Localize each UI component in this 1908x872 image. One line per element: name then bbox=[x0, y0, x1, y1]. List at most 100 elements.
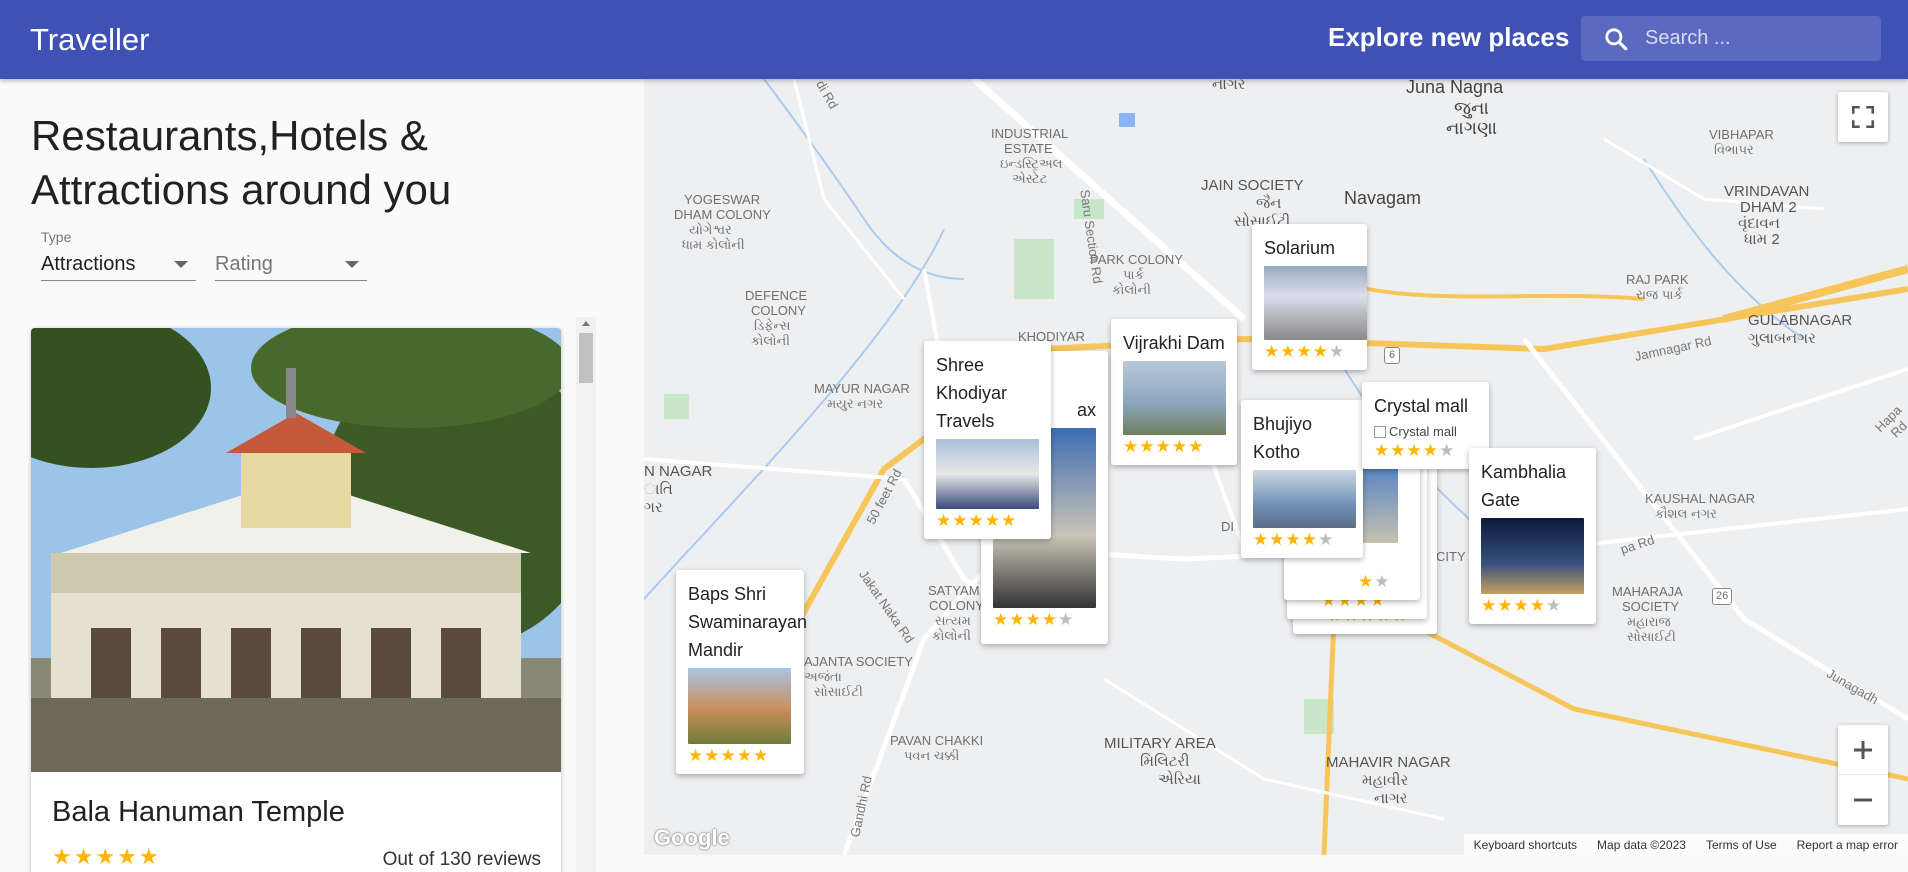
map-label: મિલિટરી bbox=[1140, 753, 1190, 770]
place-reviews: Out of 130 reviews bbox=[382, 849, 541, 870]
map-label: Juna Nagna bbox=[1406, 79, 1504, 97]
map-label: DHAM COLONY bbox=[674, 207, 771, 222]
map-label: MAYUR NAGAR bbox=[814, 381, 910, 396]
fullscreen-icon bbox=[1851, 105, 1875, 129]
map-label: કૌશલ નગર bbox=[1655, 506, 1717, 521]
chevron-down-icon bbox=[345, 261, 359, 268]
map-label: ડિફેન્સ bbox=[754, 318, 791, 333]
search-box[interactable] bbox=[1581, 16, 1881, 61]
map-label: અજંતા bbox=[804, 669, 842, 684]
map-label: ESTATE bbox=[1004, 141, 1053, 156]
map-data-text: Map data ©2023 bbox=[1597, 837, 1686, 852]
map-attribution: Keyboard shortcuts Map data ©2023 Terms … bbox=[1463, 834, 1908, 855]
map-label: રાજ પાર્ક bbox=[1636, 287, 1683, 302]
panel-heading: Restaurants,Hotels & Attractions around … bbox=[31, 112, 452, 213]
keyboard-shortcuts-link[interactable]: Keyboard shortcuts bbox=[1474, 838, 1577, 852]
map-label: મહારાજ bbox=[1627, 614, 1671, 629]
map-label: જુના bbox=[1454, 98, 1489, 118]
rating-select[interactable]: Rating bbox=[215, 249, 367, 281]
highway-shield: 26 bbox=[1712, 588, 1733, 605]
map-label: ધામ 2 bbox=[1744, 231, 1780, 248]
zoom-out-icon bbox=[1854, 798, 1872, 802]
zoom-in-button[interactable] bbox=[1838, 725, 1888, 775]
place-thumbnail bbox=[1253, 470, 1356, 528]
map-label: સોસાઈટી bbox=[1627, 629, 1676, 644]
place-thumbnail bbox=[1362, 468, 1398, 543]
map-pin-baps-mandir[interactable]: Baps Shri Swaminarayan Mandir ★★★★★ bbox=[676, 570, 807, 774]
place-photo bbox=[31, 328, 561, 772]
place-thumbnail bbox=[688, 668, 791, 744]
map-label: નાગર bbox=[1212, 79, 1246, 93]
map-label: મહાવીર bbox=[1362, 772, 1409, 789]
map-pin-kambhalia-gate[interactable]: Kambhalia Gate ★★★★★ bbox=[1469, 448, 1596, 624]
map-label: યોગેશ્વર bbox=[689, 222, 732, 237]
map-pin-solarium[interactable]: Solarium ★★★★★ bbox=[1252, 224, 1367, 370]
map-pin-bhujiyo-kotho[interactable]: Bhujiyo Kotho ★★★★★ bbox=[1241, 400, 1363, 558]
google-logo[interactable]: Google bbox=[654, 825, 730, 851]
place-thumbnail bbox=[936, 439, 1039, 509]
type-select[interactable]: Attractions bbox=[41, 249, 196, 281]
fullscreen-button[interactable] bbox=[1838, 92, 1888, 142]
map-label: વિભાપર bbox=[1714, 142, 1754, 157]
zoom-out-button[interactable] bbox=[1838, 775, 1888, 825]
broken-image-icon bbox=[1374, 425, 1386, 438]
map-label: Navagam bbox=[1344, 188, 1422, 208]
map-label: COLONY bbox=[929, 598, 984, 613]
highway-shield: 6 bbox=[1384, 347, 1401, 364]
map-label: MAHAVIR NAGAR bbox=[1326, 754, 1451, 771]
chevron-down-icon bbox=[174, 261, 188, 268]
place-card[interactable]: Bala Hanuman Temple ★★★★★ Out of 130 rev… bbox=[31, 328, 561, 872]
map-label: CITY bbox=[1436, 549, 1466, 564]
search-input[interactable] bbox=[1645, 27, 1865, 50]
map-label: જૈન bbox=[1256, 195, 1282, 212]
zoom-in-icon bbox=[1854, 740, 1872, 759]
place-thumbnail bbox=[1123, 361, 1226, 435]
rating-field: Rating bbox=[215, 229, 367, 281]
app-title[interactable]: Traveller bbox=[30, 22, 149, 58]
map-label: DI bbox=[1221, 519, 1234, 534]
map-label: પાર્ક bbox=[1123, 267, 1144, 282]
map-label: DEFENCE bbox=[745, 288, 808, 303]
map-label: કોલોની bbox=[751, 333, 790, 348]
place-title: Bala Hanuman Temple bbox=[52, 796, 345, 828]
terms-of-use-link[interactable]: Terms of Use bbox=[1706, 838, 1777, 852]
map-label: PAVAN CHAKKI bbox=[890, 733, 984, 748]
map-label: RAJ PARK bbox=[1626, 272, 1689, 287]
map-label: એસ્ટેટ bbox=[1012, 171, 1048, 186]
app-bar: Traveller Explore new places bbox=[0, 0, 1908, 79]
map-label: VIBHAPAR bbox=[1709, 127, 1774, 142]
zoom-control bbox=[1838, 725, 1888, 825]
explore-title: Explore new places bbox=[1328, 22, 1570, 52]
scroll-thumb[interactable] bbox=[579, 333, 593, 383]
map-label: JAIN SOCIETY bbox=[1201, 177, 1304, 194]
map-label: કોલોની bbox=[1112, 282, 1151, 297]
place-thumbnail bbox=[1264, 266, 1367, 340]
map-label: કોલોની bbox=[932, 628, 971, 643]
map-label: ગુલાબનગર bbox=[1748, 330, 1816, 347]
google-map[interactable]: નાગર Juna Nagna જુના નાગણા INDUSTRIAL ES… bbox=[644, 79, 1908, 855]
map-label: પવન ચક્કી bbox=[904, 748, 960, 763]
map-label: SOCIETY bbox=[1622, 599, 1680, 614]
map-label: એરિયા bbox=[1158, 771, 1201, 788]
map-label: સોસાઈટી bbox=[814, 684, 863, 699]
map-pin-shree-khodiyar-travels[interactable]: Shree Khodiyar Travels ★★★★★ bbox=[924, 341, 1051, 539]
map-label: ધામ કોલોની bbox=[682, 237, 745, 252]
type-field: Type Attractions bbox=[41, 229, 196, 281]
panel-scrollbar[interactable] bbox=[576, 317, 596, 872]
scroll-up-arrow-icon[interactable] bbox=[582, 321, 590, 326]
map-label: નાગણા bbox=[1446, 118, 1498, 138]
map-label: ઇન્ડસ્ટ્રિઅલ bbox=[1000, 156, 1063, 171]
map-label: KAUSHAL NAGAR bbox=[1645, 491, 1756, 506]
map-label: મયુર નગર bbox=[827, 396, 884, 411]
map-label: GULABNAGAR bbox=[1748, 312, 1853, 329]
map-pin-vijrakhi-dam[interactable]: Vijrakhi Dam ★★★★★ bbox=[1111, 319, 1237, 465]
map-label: INDUSTRIAL bbox=[991, 126, 1069, 141]
map-label: YOGESWAR bbox=[684, 192, 761, 207]
place-thumbnail bbox=[1481, 518, 1584, 594]
report-map-error-link[interactable]: Report a map error bbox=[1797, 838, 1898, 852]
place-rating-stars: ★★★★★ bbox=[52, 844, 161, 869]
search-icon bbox=[1605, 27, 1628, 50]
temple-photo bbox=[31, 328, 561, 772]
map-label: સત્યમ bbox=[935, 613, 971, 628]
map-label: PARK COLONY bbox=[1090, 252, 1183, 267]
